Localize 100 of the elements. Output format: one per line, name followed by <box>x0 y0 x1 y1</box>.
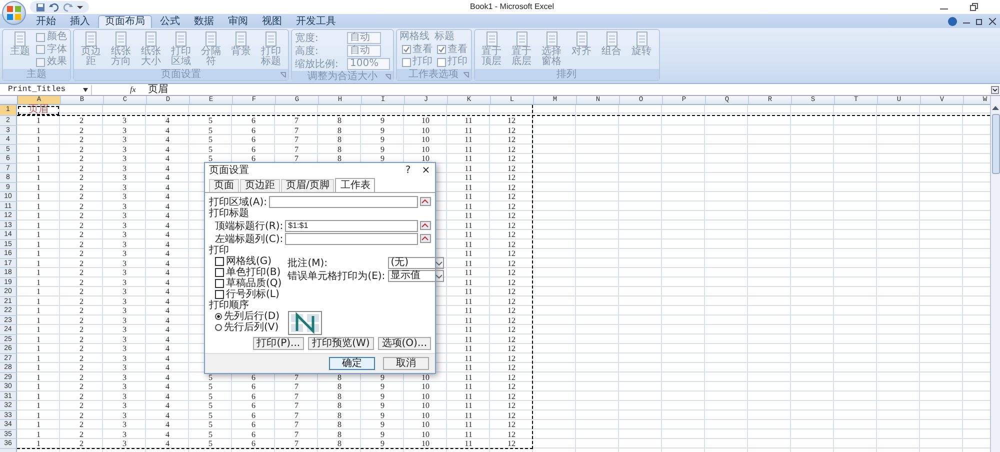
table-cell-text: 11 <box>464 401 474 410</box>
table-cell-text: 4 <box>164 182 170 192</box>
checkbox-option[interactable]: 网格线(G) <box>215 256 282 267</box>
table-cell-text: 11 <box>464 144 474 154</box>
input-field[interactable] <box>269 196 418 208</box>
close-icon[interactable] <box>989 18 996 24</box>
dialog-tab[interactable]: 页面 <box>209 179 239 192</box>
table-cell-text: 12 <box>506 182 516 192</box>
insert-function-button[interactable]: fx <box>130 84 136 94</box>
undo-icon[interactable] <box>49 2 59 12</box>
checkbox-option[interactable]: 草稿品质(Q) <box>215 278 282 289</box>
customize-icon[interactable] <box>77 4 83 10</box>
table-cell-text: 2 <box>78 382 84 392</box>
radio-option[interactable]: 先列后行(D) <box>215 311 280 322</box>
window-title: Book1 - Microsoft Excel <box>470 1 554 13</box>
input-field[interactable] <box>285 232 418 244</box>
dialog-button[interactable]: 选项(O)... <box>378 337 431 350</box>
restore-icon[interactable] <box>970 3 978 11</box>
table-cell-text: 11 <box>464 344 474 354</box>
close-button[interactable]: × <box>417 164 435 178</box>
table-cell-text: 8 <box>336 372 342 382</box>
table-cell-text: 3 <box>122 258 128 268</box>
square-icon <box>36 58 45 66</box>
document-icon <box>113 31 129 47</box>
table-cell-text: 11 <box>464 258 474 268</box>
table-cell-text: 8 <box>336 382 342 392</box>
dialog-button[interactable]: 打印(P)... <box>252 337 304 350</box>
dialog-button[interactable]: 取消 <box>383 357 429 370</box>
collapse-dialog-icon[interactable] <box>420 234 431 243</box>
table-cell-text: 1 <box>36 392 42 401</box>
collapse-dialog-icon[interactable] <box>420 197 431 206</box>
radio-option[interactable]: 先行后列(V) <box>215 322 280 333</box>
table-cell-text: 9 <box>380 154 386 164</box>
table-cell-text: 3 <box>122 392 128 401</box>
table-cell-text: 11 <box>464 382 474 392</box>
table-cell-text: 8 <box>336 135 342 144</box>
table-cell-text: 10 <box>420 410 430 420</box>
vertical-scrollbar[interactable] <box>990 96 1000 452</box>
table-cell-text: 3 <box>122 334 128 344</box>
table-cell-text: 2 <box>78 410 84 420</box>
help-button[interactable]: ? <box>399 164 417 178</box>
scroll-thumb[interactable] <box>992 114 1000 174</box>
caret-icon[interactable] <box>83 88 88 92</box>
table-cell-text: 2 <box>78 363 84 372</box>
table-cell-text: 4 <box>164 126 170 135</box>
table-cell-text: 12 <box>506 258 516 268</box>
input-field[interactable]: $1:$1 <box>285 220 418 232</box>
table-cell-text: 11 <box>464 316 474 325</box>
table-cell-text: 11 <box>464 154 474 164</box>
square-icon <box>36 32 45 42</box>
checkbox-option[interactable]: 行号列标(L) <box>215 289 282 300</box>
table-cell-text: 2 <box>78 334 84 344</box>
table-cell-text: 10 <box>420 439 430 448</box>
scroll-up-icon[interactable] <box>991 104 1000 112</box>
dropdown[interactable]: (无) <box>388 256 444 268</box>
table-cell-text: 2 <box>78 296 84 306</box>
group-label: 调整为合适大小 <box>307 71 378 82</box>
table-cell-text: 9 <box>380 420 386 430</box>
save-icon[interactable] <box>36 2 45 12</box>
table-cell-text: 3 <box>122 268 128 278</box>
table-cell-text: 1 <box>36 144 42 154</box>
table-cell-text: 2 <box>78 154 84 164</box>
table-cell-text: 8 <box>336 439 342 448</box>
table-cell-text: 10 <box>420 392 430 401</box>
table-cell-text: 3 <box>122 354 128 363</box>
table-cell-text: 6 <box>250 116 256 126</box>
dropdown[interactable]: 显示值 <box>388 270 444 282</box>
table-cell-text: 2 <box>78 173 84 182</box>
table-cell-text: 12 <box>506 287 516 296</box>
table-cell-text: 2 <box>78 430 84 439</box>
table-cell-text: 7 <box>294 410 300 420</box>
table-cell-text: 2 <box>78 344 84 354</box>
dialog-tab[interactable]: 页边距 <box>240 179 280 192</box>
table-cell-text: 10 <box>420 126 430 135</box>
checkmark-icon <box>438 46 445 53</box>
document-icon <box>484 31 500 47</box>
table-cell-text: 12 <box>506 135 516 144</box>
dialog-button[interactable]: 确定 <box>329 357 375 370</box>
group-label: 主题 <box>26 69 46 80</box>
expand-icon[interactable] <box>991 86 999 94</box>
dialog-tab[interactable]: 工作表 <box>335 178 376 192</box>
table-cell-text: 9 <box>380 126 386 135</box>
table-cell-text: 7 <box>294 439 300 448</box>
table-cell-text: 2 <box>78 392 84 401</box>
restore-icon[interactable] <box>976 18 983 24</box>
table-cell-text: 11 <box>464 135 474 144</box>
table-cell-text: 8 <box>336 410 342 420</box>
checkbox-option[interactable]: 单色打印(B) <box>215 267 282 278</box>
dialog-button[interactable]: 打印预览(W) <box>308 337 374 350</box>
table-cell-text: 3 <box>122 211 128 220</box>
table-cell-text: 12 <box>506 363 516 372</box>
name-box[interactable]: Print_Titles <box>0 84 92 94</box>
table-cell-text: 1 <box>36 135 42 144</box>
help-icon[interactable] <box>948 16 957 26</box>
table-cell-text: 12 <box>506 249 516 258</box>
collapse-dialog-icon[interactable] <box>420 221 431 230</box>
table-cell-text: 5 <box>208 372 214 382</box>
dialog-tab[interactable]: 页眉/页脚 <box>281 179 334 192</box>
formula-field[interactable]: 页眉 <box>148 84 991 95</box>
table-cell-text: 4 <box>164 268 170 278</box>
